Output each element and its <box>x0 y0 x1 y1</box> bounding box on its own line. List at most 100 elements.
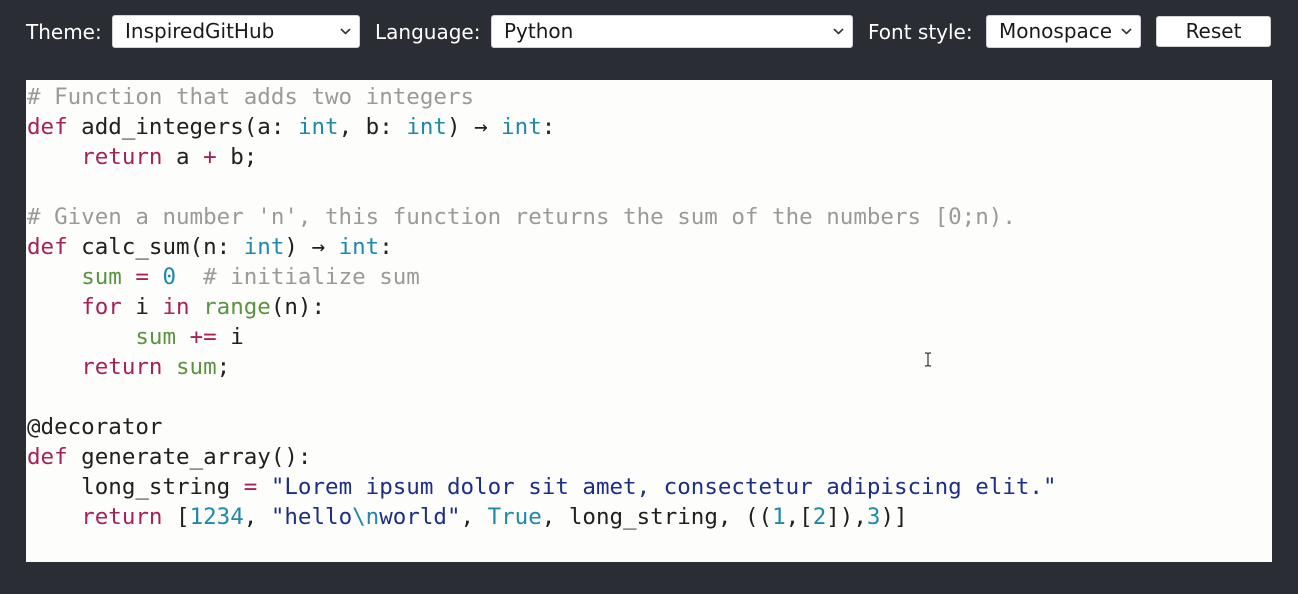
code-editor[interactable]: # Function that adds two integers def add… <box>26 80 1272 562</box>
language-select-value: Python <box>504 19 574 43</box>
code-line: return [1234, "hello\nworld", True, long… <box>27 502 1057 532</box>
code-token-var: sum <box>135 324 177 350</box>
code-token-text: a <box>162 144 204 170</box>
code-token-keyword: return <box>81 504 163 530</box>
theme-label: Theme: <box>26 20 102 44</box>
code-line: def calc_sum(n: int) → int: <box>27 232 1057 262</box>
theme-select-value: InspiredGitHub <box>125 19 275 43</box>
code-token-text: generate_array(): <box>67 444 312 470</box>
font-style-select[interactable]: Monospace <box>986 15 1141 48</box>
code-token-keyword: return <box>81 354 163 380</box>
code-token-text: , <box>243 504 271 530</box>
code-token-text: )] <box>880 504 908 530</box>
code-token-text: , <box>460 504 488 530</box>
code-token-text: calc_sum(n: <box>67 234 244 260</box>
code-token-type: True <box>487 504 542 530</box>
code-line: ​ <box>27 382 1057 412</box>
code-token-text: ; <box>216 354 231 380</box>
code-token-comment: # initialize sum <box>203 264 420 290</box>
code-line: ​ <box>27 172 1057 202</box>
code-token-text: @decorator <box>27 414 163 440</box>
code-token-keyword: = <box>243 474 258 500</box>
code-token-var: sum <box>81 264 122 290</box>
code-token-text: ) → <box>446 114 502 140</box>
code-token-number: 3 <box>866 504 881 530</box>
code-token-text: i <box>121 294 163 320</box>
code-token-keyword: + <box>203 144 217 170</box>
code-line: sum += i <box>27 322 1057 352</box>
code-token-text: ]), <box>826 504 867 530</box>
code-token-number: 0 <box>162 264 177 290</box>
code-token-type: int <box>501 114 542 140</box>
text-cursor-icon <box>925 352 931 367</box>
code-token-type: int <box>243 234 285 260</box>
theme-select[interactable]: InspiredGitHub <box>112 15 360 48</box>
code-token-keyword: def <box>27 114 68 140</box>
code-token-var: sum <box>176 354 217 380</box>
code-line: # Function that adds two integers <box>27 82 1057 112</box>
code-token-keyword: return <box>81 144 163 170</box>
language-select[interactable]: Python <box>491 15 853 48</box>
code-line: sum = 0 # initialize sum <box>27 262 1057 292</box>
code-token-keyword: for <box>81 294 122 320</box>
language-label: Language: <box>375 20 481 44</box>
code-token-text: b; <box>216 144 258 170</box>
chevron-down-icon <box>1121 28 1132 35</box>
chevron-down-icon <box>833 28 844 35</box>
code-line: # Given a number 'n', this function retu… <box>27 202 1057 232</box>
code-token-number: 1234 <box>189 504 244 530</box>
code-token-keyword: def <box>27 444 68 470</box>
code-token-comment: # Function that adds two integers <box>27 84 475 110</box>
code-token-keyword: = <box>135 264 149 290</box>
code-token-number: 1 <box>772 504 786 530</box>
code-token-text: (n): <box>270 294 326 320</box>
code-token-text: ,[ <box>785 504 813 530</box>
code-token-text: : <box>379 234 393 260</box>
code-token-type: int <box>338 234 380 260</box>
code-token-text: ) → <box>284 234 339 260</box>
toolbar: Theme: InspiredGitHub Language: Python F… <box>26 14 1272 50</box>
code-token-number: 2 <box>812 504 827 530</box>
code-token-type: int <box>297 114 339 140</box>
reset-button[interactable]: Reset <box>1156 16 1271 47</box>
code-line: @decorator <box>27 412 1057 442</box>
code-token-keyword: def <box>27 234 68 260</box>
code-content[interactable]: # Function that adds two integers def add… <box>27 82 1057 532</box>
code-token-text: long_string <box>27 474 244 500</box>
code-line: for i in range(n): <box>27 292 1057 322</box>
code-token-text: i <box>216 324 244 350</box>
font-style-label: Font style: <box>868 20 973 44</box>
code-line: return a + b; <box>27 142 1057 172</box>
code-token-escape: \n <box>352 504 380 530</box>
code-line: def generate_array(): <box>27 442 1057 472</box>
code-token-text: [ <box>162 504 190 530</box>
code-token-comment: # Given a number 'n', this function retu… <box>27 204 1016 230</box>
code-line: return sum; <box>27 352 1057 382</box>
chevron-down-icon <box>340 28 351 35</box>
code-token-text: , b: <box>338 114 407 140</box>
code-token-text: add_integers(a: <box>67 114 298 140</box>
code-token-keyword: += <box>189 324 217 350</box>
code-token-string: "Lorem ipsum dolor sit amet, consectetur… <box>270 474 1057 500</box>
code-token-text: , long_string, (( <box>541 504 773 530</box>
code-token-keyword: in <box>162 294 190 320</box>
code-line: long_string = "Lorem ipsum dolor sit ame… <box>27 472 1057 502</box>
code-token-string: world" <box>379 504 461 530</box>
code-line: def add_integers(a: int, b: int) → int: <box>27 112 1057 142</box>
code-token-type: int <box>406 114 447 140</box>
code-token-string: "hello <box>270 504 353 530</box>
code-token-text: : <box>541 114 556 140</box>
